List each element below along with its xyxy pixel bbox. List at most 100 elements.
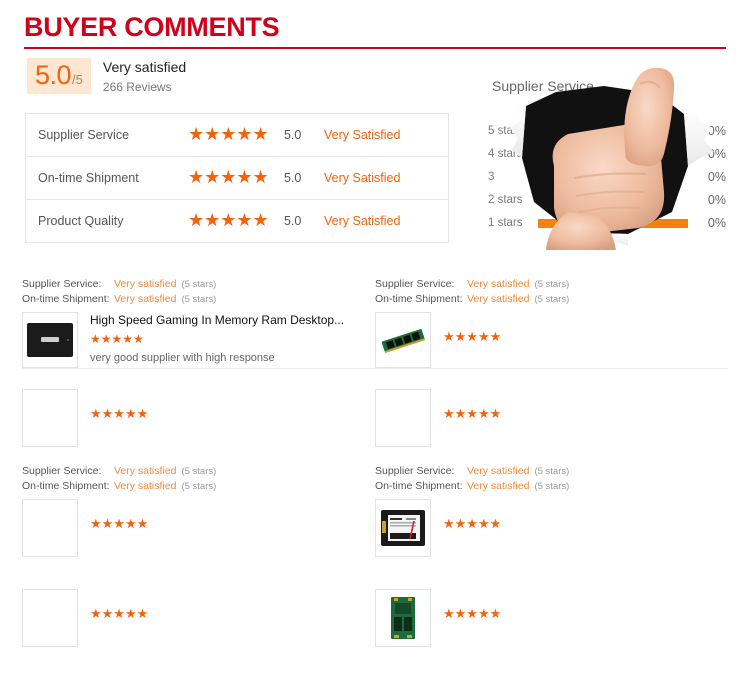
review-row: Supplier Service: Very satisfied (5 star… <box>22 278 728 369</box>
overall-reviews-count: 266 Reviews <box>102 80 172 94</box>
chart-bar-fill <box>538 149 547 159</box>
review-body: High Speed Gaming In Memory Ram Desktop.… <box>22 312 365 368</box>
table-row: On-time Shipment ★★★★★ 5.0 Very Satisfie… <box>26 157 448 200</box>
chart-bar-value: 0% <box>707 193 726 207</box>
star-icon: ★★★★★ <box>443 606 502 621</box>
product-thumbnail[interactable] <box>375 389 431 447</box>
title-underline <box>24 47 726 49</box>
product-thumbnail[interactable] <box>22 389 78 447</box>
rating-row-score: 5.0 <box>284 214 302 228</box>
review-meta-stars-note: (5 stars) <box>534 466 570 477</box>
review-item[interactable]: Supplier Service: Very satisfied (5 star… <box>22 465 375 557</box>
rating-breakdown-table: Supplier Service ★★★★★ 5.0 Very Satisfie… <box>25 113 449 243</box>
chart-title: Supplier Service <box>492 78 594 94</box>
product-thumbnail[interactable] <box>375 312 431 368</box>
review-meta-stars-note: (5 stars) <box>181 294 217 305</box>
review-stars: ★★★★★ <box>443 499 501 533</box>
review-meta-line: On-time Shipment: Very satisfied (5 star… <box>375 480 718 493</box>
review-item[interactable]: ★★★★★ <box>22 583 375 647</box>
review-meta-value: Very satisfied <box>467 278 530 290</box>
review-item[interactable]: ★★★★★ <box>375 383 728 447</box>
review-item[interactable]: Supplier Service: Very satisfied (5 star… <box>375 465 728 557</box>
chart-bar-label: 2 stars <box>488 194 523 206</box>
review-meta-line: On-time Shipment: Very satisfied (5 star… <box>22 293 365 306</box>
overall-score-denominator: /5 <box>72 72 83 87</box>
review-meta-stars-note: (5 stars) <box>534 481 570 492</box>
review-product-title[interactable]: High Speed Gaming In Memory Ram Desktop.… <box>90 313 344 328</box>
star-icon: ★★★★★ <box>90 406 149 421</box>
review-meta-value: Very satisfied <box>467 480 530 492</box>
row-spacer <box>22 369 728 383</box>
review-meta-value: Very satisfied <box>114 465 177 477</box>
supplier-service-chart: Supplier Service 5 stars 100% 4 stars 0%… <box>470 62 742 250</box>
star-icon: ★★★★★ <box>188 210 269 230</box>
chart-bar-fill <box>538 172 547 182</box>
review-body: ★★★★★ <box>375 589 718 647</box>
review-item[interactable]: Supplier Service: Very satisfied (5 star… <box>375 278 728 368</box>
review-body: ★★★★★ <box>22 499 365 557</box>
buyer-comments-page: BUYER COMMENTS 5.0 /5 Very satisfied 266… <box>0 0 750 681</box>
chart-bars: 5 stars 100% 4 stars 0% 3 0% 2 stars 0% … <box>488 120 740 235</box>
review-meta-line: Supplier Service: Very satisfied (5 star… <box>22 278 365 291</box>
rating-row-name: Product Quality <box>38 214 124 228</box>
review-stars: ★★★★★ <box>90 389 148 423</box>
chart-bar-track <box>538 149 688 159</box>
review-meta-key: On-time Shipment: <box>375 293 463 305</box>
review-meta-stars-note: (5 stars) <box>181 481 217 492</box>
chart-bar-fill <box>538 218 688 228</box>
review-item[interactable]: ★★★★★ <box>22 383 375 447</box>
review-meta-value: Very satisfied <box>114 278 177 290</box>
rating-row-score: 5.0 <box>284 128 302 142</box>
star-icon: ★★★★★ <box>90 332 144 346</box>
review-item[interactable]: Supplier Service: Very satisfied (5 star… <box>22 278 375 368</box>
overall-rating: 5.0 /5 Very satisfied 266 Reviews <box>27 58 186 96</box>
review-meta-key: Supplier Service: <box>375 465 455 477</box>
chart-bar-value: 100% <box>694 124 726 138</box>
rating-row-stars: ★★★★★ <box>188 168 284 188</box>
review-meta-stars-note: (5 stars) <box>534 279 570 290</box>
review-row: Supplier Service: Very satisfied (5 star… <box>22 465 728 557</box>
review-stars: ★★★★★ <box>443 312 501 346</box>
rating-row-score: 5.0 <box>284 171 302 185</box>
rating-row-word: Very Satisfied <box>324 128 401 142</box>
review-meta-value: Very satisfied <box>467 293 530 305</box>
chart-bar-value: 0% <box>707 147 726 161</box>
product-thumbnail[interactable] <box>22 312 78 368</box>
product-thumbnail[interactable] <box>22 499 78 557</box>
header: BUYER COMMENTS <box>24 10 726 49</box>
green-memory-module-icon <box>381 329 426 354</box>
chart-bar-track <box>538 126 688 136</box>
black-ssd-drive-icon <box>27 323 73 357</box>
chart-bar-label: 4 stars <box>488 148 523 160</box>
product-thumbnail[interactable] <box>375 589 431 647</box>
review-meta-stars-note: (5 stars) <box>181 279 217 290</box>
page-title: BUYER COMMENTS <box>24 12 280 42</box>
table-row: Product Quality ★★★★★ 5.0 Very Satisfied <box>26 200 448 243</box>
review-meta-key: On-time Shipment: <box>375 480 463 492</box>
review-text: High Speed Gaming In Memory Ram Desktop.… <box>90 312 344 365</box>
star-icon: ★★★★★ <box>90 516 149 531</box>
rating-row-stars: ★★★★★ <box>188 125 284 145</box>
review-meta-key: Supplier Service: <box>22 278 102 290</box>
review-meta-line: Supplier Service: Very satisfied (5 star… <box>375 465 718 478</box>
review-item[interactable]: ★★★★★ <box>375 583 728 647</box>
review-meta-stars-note: (5 stars) <box>534 294 570 305</box>
rating-row-name: On-time Shipment <box>38 171 139 185</box>
overall-text: Very satisfied 266 Reviews <box>103 58 186 96</box>
review-row: ★★★★★ ★★★★★ <box>22 583 728 647</box>
product-thumbnail[interactable] <box>22 589 78 647</box>
review-stars: ★★★★★ <box>90 499 148 533</box>
chart-bar-row: 5 stars 100% <box>488 120 740 142</box>
chart-bar-row: 1 stars 0% <box>488 212 740 234</box>
review-meta-line: Supplier Service: Very satisfied (5 star… <box>375 278 718 291</box>
rating-row-stars: ★★★★★ <box>188 211 284 231</box>
green-msata-card-icon <box>391 597 415 639</box>
review-meta-line: Supplier Service: Very satisfied (5 star… <box>22 465 365 478</box>
star-icon: ★★★★★ <box>443 516 502 531</box>
chart-bar-fill <box>538 195 547 205</box>
chart-bar-value: 0% <box>707 216 726 230</box>
review-stars: ★★★★★ <box>90 330 344 348</box>
overall-score-value: 5.0 <box>35 60 72 90</box>
product-thumbnail[interactable] <box>375 499 431 557</box>
chart-bar-track <box>538 195 688 205</box>
